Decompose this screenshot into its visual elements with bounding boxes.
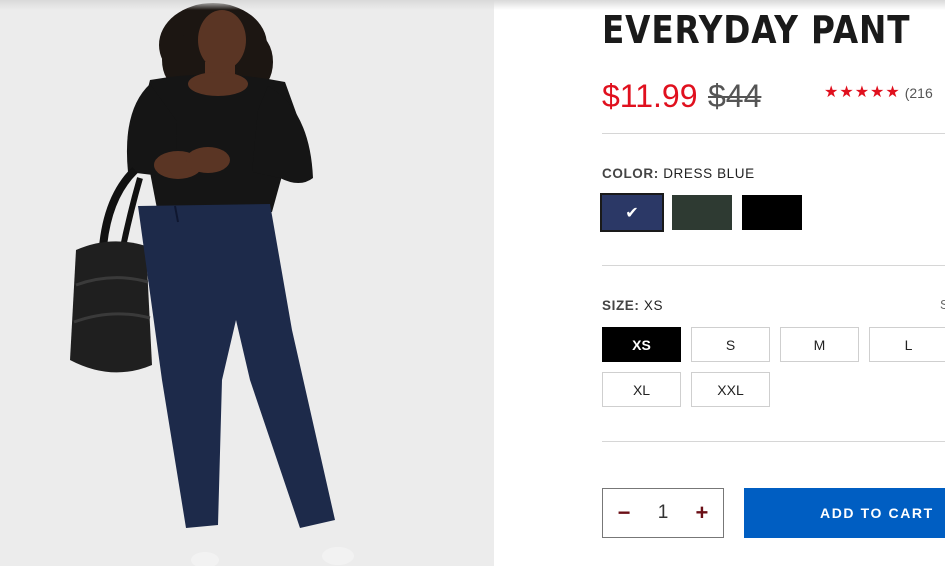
size-label-key: SIZE:	[602, 298, 640, 313]
divider	[602, 441, 945, 442]
size-option-s[interactable]: S	[691, 327, 770, 362]
size-option-xs[interactable]: XS	[602, 327, 681, 362]
star-icon: ★	[839, 84, 854, 101]
increase-quantity-button[interactable]: +	[691, 500, 713, 525]
star-icon: ★	[824, 84, 839, 101]
original-price: $44	[708, 78, 762, 114]
size-label: SIZE: XS	[602, 298, 663, 313]
product-details: EVERYDAY PANT $11.99 $44 ★ ★ ★ ★ ★ (216 …	[600, 0, 945, 566]
selected-size: XS	[643, 298, 664, 313]
decrease-quantity-button[interactable]: −	[613, 500, 635, 525]
quantity-input[interactable]: 1	[658, 502, 669, 524]
size-option-m[interactable]: M	[780, 327, 859, 362]
add-to-cart-button[interactable]: ADD TO CART	[744, 488, 945, 538]
rating[interactable]: ★ ★ ★ ★ ★ (216	[824, 85, 933, 102]
star-rating: ★ ★ ★ ★ ★	[824, 85, 900, 101]
color-swatch-black[interactable]	[742, 195, 802, 230]
sale-price: $11.99	[602, 78, 698, 114]
star-icon: ★	[870, 84, 885, 101]
size-guide-link[interactable]: S	[940, 297, 945, 312]
divider	[602, 265, 945, 266]
color-swatch-dress-blue[interactable]: ✔	[600, 193, 664, 232]
product-page: EVERYDAY PANT $11.99 $44 ★ ★ ★ ★ ★ (216 …	[0, 0, 945, 566]
header-shadow	[0, 0, 945, 10]
check-icon: ✔	[625, 204, 639, 222]
color-swatch-dark-green[interactable]	[672, 195, 732, 230]
color-label: COLOR: DRESS BLUE	[602, 166, 755, 181]
product-title: EVERYDAY PANT	[602, 8, 911, 52]
selected-color-name: DRESS BLUE	[663, 166, 755, 181]
size-option-xxl[interactable]: XXL	[691, 372, 770, 407]
divider	[602, 133, 945, 134]
star-icon: ★	[854, 84, 870, 101]
size-option-l[interactable]: L	[869, 327, 945, 362]
quantity-stepper: − 1 +	[602, 488, 724, 538]
review-count[interactable]: (216	[905, 85, 933, 101]
model-illustration	[70, 3, 354, 566]
star-icon: ★	[885, 84, 900, 101]
color-label-key: COLOR:	[602, 166, 659, 181]
product-image[interactable]	[0, 0, 494, 566]
size-option-xl[interactable]: XL	[602, 372, 681, 407]
